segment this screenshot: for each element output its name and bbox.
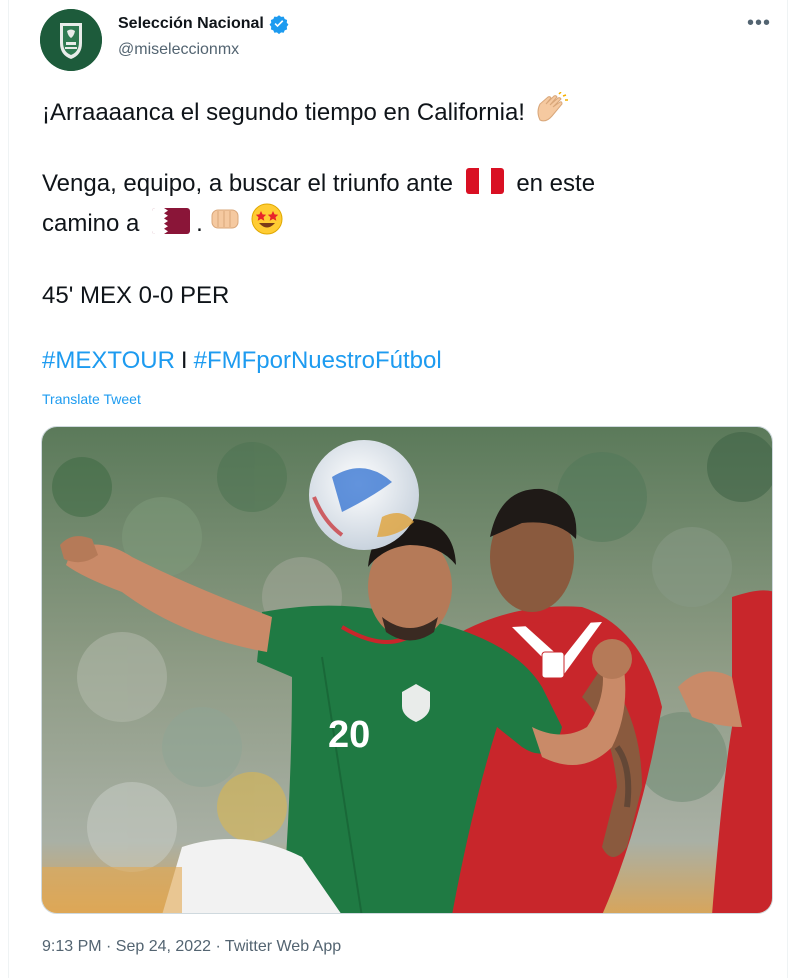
fmf-crest-icon: [40, 9, 102, 71]
author-name-row[interactable]: Selección Nacional: [118, 14, 289, 34]
tweet-card: Selección Nacional @miseleccionmx ••• ¡A…: [8, 0, 788, 978]
tweet-timestamp[interactable]: 9:13 PM · Sep 24, 2022 · Twitter Web App: [42, 938, 341, 956]
author-handle[interactable]: @miseleccionmx: [118, 41, 239, 59]
tweet-text-segment: en este: [516, 170, 596, 197]
tweet-line-2: Venga, equipo, a buscar el triunfo ante …: [42, 166, 595, 202]
tweet-line-1: ¡Arraaaanca el segundo tiempo en Califor…: [42, 91, 568, 135]
avatar[interactable]: [40, 9, 102, 71]
tweet-text-segment: camino a: [42, 209, 140, 237]
hashtag-separator: I: [180, 347, 188, 374]
jersey-number: 20: [328, 714, 370, 756]
verified-badge-icon: [269, 15, 289, 34]
tweet-score-line: 45' MEX 0-0 PER: [42, 282, 230, 309]
tweet-line-3: camino a .: [42, 202, 284, 247]
more-options-icon[interactable]: •••: [747, 12, 771, 35]
hashtag-mextour[interactable]: #MEXTOUR: [42, 347, 175, 374]
tweet-text-segment: .: [196, 209, 203, 237]
tweet-text-segment: Venga, equipo, a buscar el triunfo ante: [42, 170, 453, 197]
hashtag-fmf[interactable]: #FMFporNuestroFútbol: [194, 347, 442, 374]
qatar-flag-icon: [152, 207, 191, 234]
clapping-hands-icon: [532, 91, 568, 135]
oncoming-fist-icon: [209, 205, 243, 244]
peru-flag-icon: [465, 168, 504, 194]
display-name[interactable]: Selección Nacional: [118, 15, 264, 33]
star-struck-icon: [250, 202, 284, 247]
tweet-text-segment: ¡Arraaaanca el segundo tiempo en Califor…: [42, 98, 525, 126]
translate-tweet-link[interactable]: Translate Tweet: [42, 391, 141, 407]
hashtag-line: #MEXTOUR I #FMFporNuestroFútbol: [42, 347, 442, 375]
match-photo: 20: [42, 427, 772, 913]
tweet-media-photo[interactable]: 20: [41, 426, 773, 914]
